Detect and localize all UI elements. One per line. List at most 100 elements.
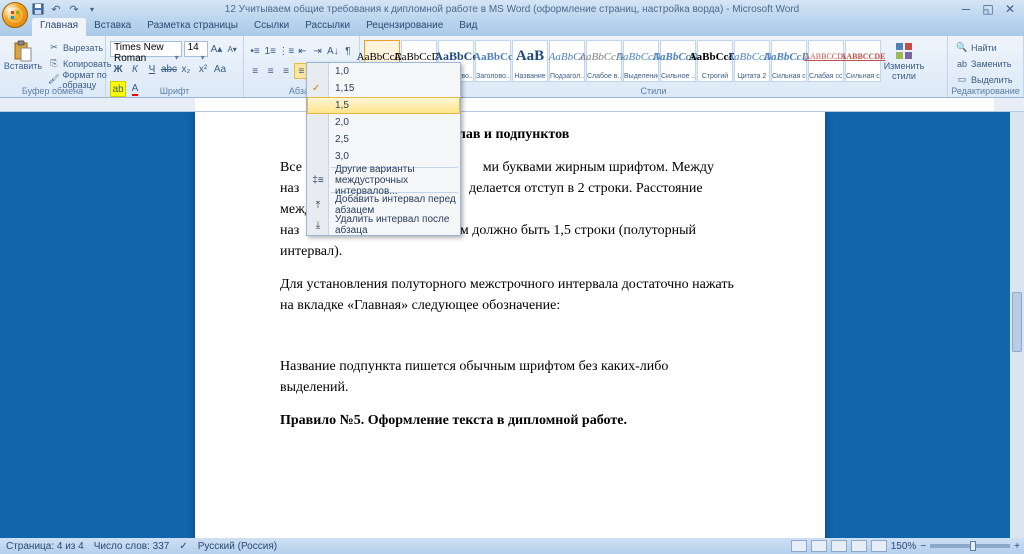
select-button[interactable]: ▭Выделить	[952, 72, 1017, 87]
style-item[interactable]: AaBbCcЗаголово...	[475, 40, 511, 82]
spacing-value: 1,0	[335, 66, 349, 77]
view-draft[interactable]	[871, 540, 887, 552]
spacing-option[interactable]: 3,0	[307, 148, 460, 165]
qat-save-icon[interactable]	[30, 1, 46, 17]
scrollbar-thumb[interactable]	[1012, 292, 1022, 352]
style-preview: AaB	[516, 41, 544, 72]
spacing-option[interactable]: 1,0	[307, 63, 460, 80]
spacing-add-before[interactable]: ⤒Добавить интервал перед абзацем	[307, 195, 460, 215]
maximize-button[interactable]: ◱	[978, 2, 998, 16]
bullets-icon[interactable]: •≡	[248, 43, 262, 59]
format-painter-button[interactable]: 🖌Формат по образцу	[44, 72, 115, 87]
status-bar: Страница: 4 из 4 Число слов: 337 ✓ Русск…	[0, 538, 1024, 554]
align-center-icon[interactable]: ≡	[263, 63, 277, 79]
office-button[interactable]	[2, 2, 28, 28]
status-words[interactable]: Число слов: 337	[94, 541, 170, 552]
cut-button[interactable]: ✂Вырезать	[44, 40, 115, 55]
clear-format-icon[interactable]: Aa	[212, 61, 228, 77]
heading: Правило №5. Оформление текста в дипломно…	[280, 410, 740, 431]
spacing-option[interactable]: 2,0	[307, 114, 460, 131]
tab-home[interactable]: Главная	[32, 18, 86, 36]
close-button[interactable]: ✕	[1000, 2, 1020, 16]
style-name: Заголово...	[476, 72, 510, 81]
qat-dropdown-icon[interactable]: ▾	[84, 1, 100, 17]
tab-layout[interactable]: Разметка страницы	[139, 18, 246, 36]
style-preview: AaBbCc	[473, 41, 513, 72]
indent-inc-icon[interactable]: ⇥	[311, 43, 325, 59]
check-icon: ✓	[312, 83, 320, 94]
indent-dec-icon[interactable]: ⇤	[295, 43, 309, 59]
superscript-icon[interactable]: x²	[195, 61, 211, 77]
spacing-option[interactable]: ✓1,15	[307, 80, 460, 97]
numbering-icon[interactable]: 1≡	[263, 43, 277, 59]
qat-undo-icon[interactable]: ↶	[48, 1, 64, 17]
page[interactable]: Правило №4. Оформление глав и подпунктов…	[195, 112, 825, 538]
font-name-combo[interactable]: Times New Roman	[110, 41, 182, 57]
strike-icon[interactable]: abc	[161, 61, 177, 77]
spacing-more-options[interactable]: ‡≡Другие варианты междустрочных интервал…	[307, 170, 460, 190]
style-name: Сильное ...	[661, 72, 695, 81]
zoom-out-button[interactable]: −	[920, 541, 926, 552]
paragraph-text: Название подпункта пишется обычным шрифт…	[280, 356, 740, 398]
underline-icon[interactable]: Ч	[144, 61, 160, 77]
window-title: 12 Учитываем общие требования к дипломно…	[225, 4, 799, 15]
spacing-value: 2,0	[335, 117, 349, 128]
group-label: Шрифт	[106, 86, 243, 96]
tab-insert[interactable]: Вставка	[86, 18, 139, 36]
status-language[interactable]: Русский (Россия)	[198, 541, 277, 552]
style-name: Выделение	[624, 72, 658, 81]
status-spellcheck-icon[interactable]: ✓	[179, 541, 187, 552]
style-name: Строгий	[698, 72, 732, 81]
zoom-slider[interactable]	[930, 544, 1010, 548]
find-button[interactable]: 🔍Найти	[952, 40, 1017, 55]
status-page[interactable]: Страница: 4 из 4	[6, 541, 84, 552]
brush-icon: 🖌	[48, 74, 59, 86]
add-before-icon: ⤒	[310, 197, 326, 213]
tab-mailings[interactable]: Рассылки	[297, 18, 358, 36]
sort-icon[interactable]: A↓	[326, 43, 340, 59]
spacing-options-icon: ‡≡	[310, 172, 326, 188]
style-name: Слабое в...	[587, 72, 621, 81]
view-full-screen[interactable]	[811, 540, 827, 552]
spacing-remove-after[interactable]: ⤓Удалить интервал после абзаца	[307, 215, 460, 235]
show-marks-icon[interactable]: ¶	[341, 43, 355, 59]
view-outline[interactable]	[851, 540, 867, 552]
grow-font-icon[interactable]: A▴	[210, 41, 224, 57]
group-label: Редактирование	[948, 86, 1023, 96]
style-item[interactable]: AABBCCDEСлабая сс...	[808, 40, 844, 82]
style-item[interactable]: AaBНазвание	[512, 40, 548, 82]
remove-after-icon: ⤓	[310, 217, 326, 233]
paragraph-text: интервал).	[280, 241, 740, 262]
font-size-combo[interactable]: 14	[184, 41, 208, 57]
zoom-level[interactable]: 150%	[891, 541, 917, 552]
zoom-in-button[interactable]: +	[1014, 541, 1020, 552]
align-left-icon[interactable]: ≡	[248, 63, 262, 79]
tab-review[interactable]: Рецензирование	[358, 18, 451, 36]
style-item[interactable]: AABBCCDEСильная с...	[845, 40, 881, 82]
group-editing: 🔍Найти abЗаменить ▭Выделить Редактирован…	[948, 36, 1024, 97]
tab-references[interactable]: Ссылки	[246, 18, 297, 36]
paragraph-text: Для установления полуторного межстрочног…	[280, 274, 740, 316]
style-preview: AABBCCDE	[841, 41, 886, 72]
spacing-option[interactable]: 2,5	[307, 131, 460, 148]
tab-view[interactable]: Вид	[451, 18, 485, 36]
replace-button[interactable]: abЗаменить	[952, 56, 1017, 71]
scissors-icon: ✂	[48, 42, 60, 54]
qat-redo-icon[interactable]: ↷	[66, 1, 82, 17]
spacing-option[interactable]: 1,5	[307, 97, 460, 114]
multilevel-icon[interactable]: ⋮≡	[278, 43, 294, 59]
minimize-button[interactable]: ─	[956, 2, 976, 16]
spacing-value: 3,0	[335, 151, 349, 162]
align-right-icon[interactable]: ≡	[279, 63, 293, 79]
subscript-icon[interactable]: x₂	[178, 61, 194, 77]
view-web-layout[interactable]	[831, 540, 847, 552]
horizontal-ruler[interactable]	[0, 98, 1024, 112]
line-spacing-menu: 1,0 ✓1,151,5 2,0 2,5 3,0 ‡≡Другие варианты м…	[306, 62, 461, 236]
spacing-value: 2,5	[335, 134, 349, 145]
group-clipboard: Вставить ✂Вырезать ⎘Копировать 🖌Формат п…	[0, 36, 106, 97]
vertical-scrollbar[interactable]	[1010, 112, 1024, 538]
change-styles-icon	[893, 40, 915, 62]
shrink-font-icon[interactable]: A▾	[225, 41, 239, 57]
style-item[interactable]: AaBbCcDcСильная с...	[771, 40, 807, 82]
view-print-layout[interactable]	[791, 540, 807, 552]
